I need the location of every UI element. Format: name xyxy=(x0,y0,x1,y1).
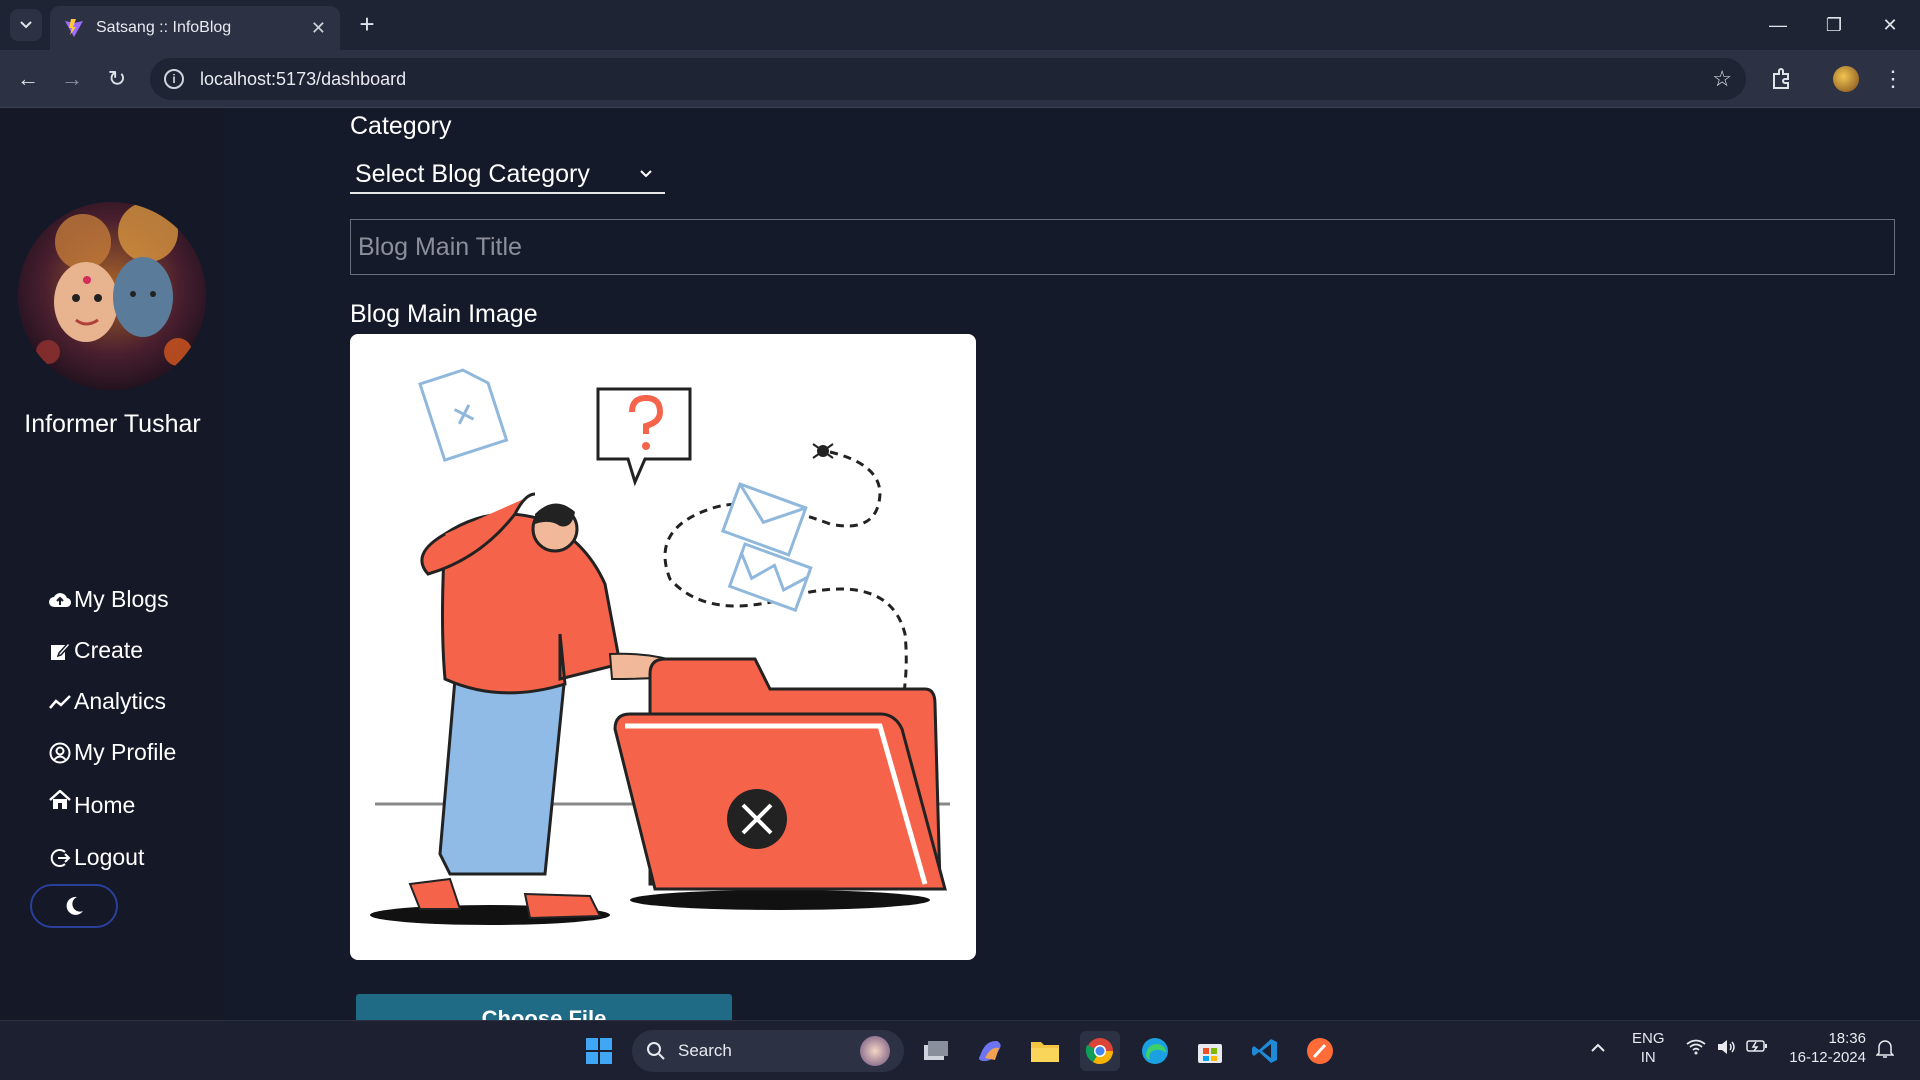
language-bottom: IN xyxy=(1640,1049,1656,1066)
address-bar[interactable]: i localhost:5173/dashboard ☆ xyxy=(150,58,1746,100)
clock-time: 18:36 xyxy=(1828,1030,1866,1047)
restore-button[interactable]: ❐ xyxy=(1806,0,1862,50)
nav-create[interactable]: Create xyxy=(48,637,143,664)
edge-icon[interactable] xyxy=(1135,1031,1175,1071)
language-indicator[interactable]: ENG IN xyxy=(1632,1029,1665,1067)
battery-icon[interactable] xyxy=(1746,1039,1768,1058)
cloud-upload-icon xyxy=(48,588,72,612)
create-blog-form: Category Select Blog Category Blog Main … xyxy=(225,108,1920,1034)
search-highlight-icon xyxy=(860,1036,890,1066)
nav-home[interactable]: Home xyxy=(48,790,135,820)
reload-button[interactable]: ↻ xyxy=(101,63,133,95)
chevron-down-icon xyxy=(20,21,32,29)
notification-bell-icon[interactable] xyxy=(1875,1039,1895,1064)
theme-toggle[interactable] xyxy=(30,884,118,928)
nav-my-blogs-label: My Blogs xyxy=(74,586,169,612)
user-circle-icon xyxy=(48,741,72,765)
browser-tab[interactable]: Satsang :: InfoBlog ✕ xyxy=(50,6,340,50)
chevron-down-icon xyxy=(640,170,652,178)
minimize-button[interactable]: — xyxy=(1750,0,1806,50)
no-file-illustration xyxy=(370,368,950,925)
browser-toolbar: ← → ↻ i localhost:5173/dashboard ☆ ⋮ xyxy=(0,50,1920,108)
category-selected-value: Select Blog Category xyxy=(355,159,590,188)
nav-logout-label: Logout xyxy=(74,844,145,870)
browser-menu-icon[interactable]: ⋮ xyxy=(1877,63,1909,95)
clock[interactable]: 18:36 16-12-2024 xyxy=(1786,1029,1866,1067)
site-info-icon[interactable]: i xyxy=(164,69,184,89)
nav-analytics-label: Analytics xyxy=(74,688,167,714)
bookmark-star-icon[interactable]: ☆ xyxy=(1712,66,1732,92)
new-tab-button[interactable]: + xyxy=(352,10,382,40)
edit-icon xyxy=(48,639,72,663)
vscode-icon[interactable] xyxy=(1245,1031,1285,1071)
profile-avatar-icon[interactable] xyxy=(1830,63,1862,95)
category-select[interactable]: Select Blog Category xyxy=(350,156,665,194)
nav-logout[interactable]: Logout xyxy=(48,844,144,871)
sidebar: Informer Tushar My Blogs Create Analytic… xyxy=(0,108,225,1020)
url-text: localhost:5173/dashboard xyxy=(200,68,407,89)
close-window-button[interactable]: ✕ xyxy=(1862,0,1918,50)
wifi-icon[interactable] xyxy=(1686,1039,1706,1060)
tab-title: Satsang :: InfoBlog xyxy=(96,19,232,36)
category-label: Category xyxy=(350,112,452,140)
show-hidden-icons-icon[interactable] xyxy=(1590,1039,1606,1058)
extensions-icon[interactable] xyxy=(1765,63,1797,95)
copilot-icon[interactable] xyxy=(970,1031,1010,1071)
nav-my-blogs[interactable]: My Blogs xyxy=(48,586,169,613)
logout-icon xyxy=(48,846,72,870)
search-icon xyxy=(647,1042,665,1060)
browser-tab-bar: Satsang :: InfoBlog ✕ + — ❐ ✕ xyxy=(0,0,1920,50)
nav-my-profile-label: My Profile xyxy=(74,739,177,765)
clock-date: 16-12-2024 xyxy=(1789,1049,1866,1066)
nav-create-label: Create xyxy=(74,637,144,663)
volume-icon[interactable] xyxy=(1716,1039,1736,1060)
taskbar-search-label: Search xyxy=(678,1041,732,1060)
moon-icon xyxy=(66,896,83,915)
task-view-icon[interactable] xyxy=(916,1031,956,1071)
analytics-icon xyxy=(48,690,72,714)
windows-start-icon[interactable] xyxy=(579,1031,619,1071)
profile-avatar xyxy=(18,202,206,390)
home-icon xyxy=(48,790,72,820)
microsoft-store-icon[interactable] xyxy=(1190,1031,1230,1071)
back-button[interactable]: ← xyxy=(12,63,44,95)
vite-favicon-icon xyxy=(65,19,83,37)
tab-search-button[interactable] xyxy=(10,9,42,41)
blog-image-preview xyxy=(350,334,976,960)
taskbar-search[interactable]: Search xyxy=(632,1030,904,1072)
nav-analytics[interactable]: Analytics xyxy=(48,688,166,715)
blog-image-label: Blog Main Image xyxy=(350,300,538,328)
language-top: ENG xyxy=(1632,1030,1665,1047)
chrome-icon[interactable] xyxy=(1080,1031,1120,1071)
nav-home-label: Home xyxy=(74,791,136,818)
close-tab-icon[interactable]: ✕ xyxy=(311,18,326,39)
postman-icon[interactable] xyxy=(1300,1031,1340,1071)
forward-button[interactable]: → xyxy=(56,63,88,95)
user-name: Informer Tushar xyxy=(24,410,201,438)
nav-my-profile[interactable]: My Profile xyxy=(48,739,176,766)
taskbar: Search ENG IN 18:36 16-12-2024 xyxy=(0,1020,1920,1080)
blog-title-input[interactable] xyxy=(350,219,1895,275)
file-explorer-icon[interactable] xyxy=(1025,1031,1065,1071)
